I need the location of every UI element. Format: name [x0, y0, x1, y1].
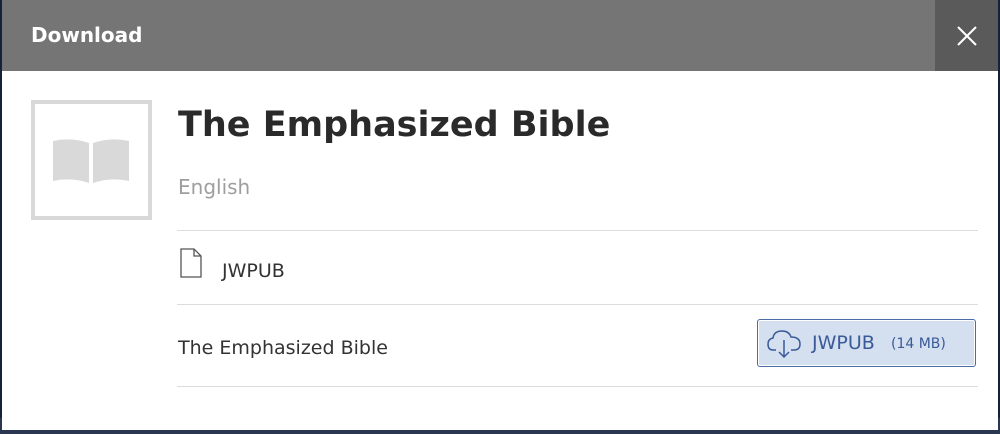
format-label: JWPUB — [222, 260, 285, 282]
dialog-header: Download — [2, 0, 998, 71]
cloud-download-icon — [767, 330, 801, 359]
file-icon — [180, 248, 202, 278]
close-button[interactable] — [935, 0, 998, 71]
open-book-icon — [53, 139, 129, 183]
dialog-title: Download — [31, 23, 143, 47]
download-item-row: The Emphasized Bible JWPUB (14 MB) — [177, 305, 978, 386]
publication-language: English — [178, 175, 251, 199]
download-jwpub-button[interactable]: JWPUB (14 MB) — [757, 319, 976, 367]
divider — [177, 386, 978, 387]
download-dialog: Download The Emphasized Bible English JW… — [2, 0, 998, 430]
download-size-label: (14 MB) — [891, 336, 946, 352]
publication-thumbnail — [31, 100, 152, 220]
publication-title: The Emphasized Bible — [178, 105, 611, 145]
close-icon — [957, 26, 977, 46]
format-header: JWPUB — [177, 231, 978, 304]
download-format-label: JWPUB — [812, 332, 875, 354]
item-title: The Emphasized Bible — [178, 337, 388, 359]
